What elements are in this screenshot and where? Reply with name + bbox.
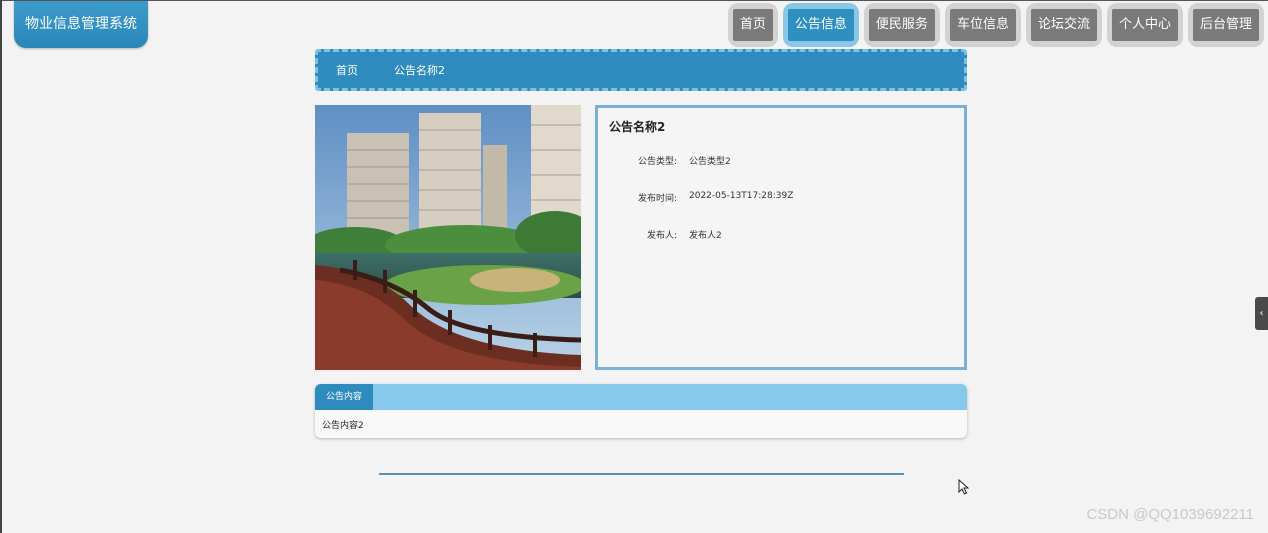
app-logo-title[interactable]: 物业信息管理系统 bbox=[14, 1, 148, 48]
nav-item-announcements[interactable]: 公告信息 bbox=[782, 3, 859, 47]
breadcrumb-current: 公告名称2 bbox=[394, 64, 445, 77]
announcement-image bbox=[315, 105, 581, 370]
nav-item-label: 首页 bbox=[732, 9, 773, 41]
publisher-label: 发布人: bbox=[646, 231, 677, 241]
nav-item-profile[interactable]: 个人中心 bbox=[1106, 3, 1183, 47]
announcement-content-box: 公告内容 公告内容2 bbox=[315, 384, 967, 438]
publisher-value: 发布人2 bbox=[689, 231, 722, 241]
time-label: 发布时间: bbox=[637, 194, 677, 204]
tab-content[interactable]: 公告内容 bbox=[315, 384, 374, 410]
announcement-info-panel: 公告名称2 公告类型: 公告类型2 发布时间: 2022-05-13T17:28… bbox=[595, 105, 967, 370]
nav-item-services[interactable]: 便民服务 bbox=[863, 3, 940, 47]
nav-item-admin[interactable]: 后台管理 bbox=[1187, 3, 1264, 47]
breadcrumb-home-link[interactable]: 首页 bbox=[336, 62, 358, 78]
nav-item-forum[interactable]: 论坛交流 bbox=[1025, 3, 1102, 47]
footer-divider bbox=[379, 473, 904, 475]
nav-item-label: 论坛交流 bbox=[1030, 9, 1097, 41]
time-value: 2022-05-13T17:28:39Z bbox=[689, 191, 794, 201]
type-label: 公告类型: bbox=[637, 157, 677, 167]
announcement-title: 公告名称2 bbox=[609, 120, 666, 134]
nav-item-home[interactable]: 首页 bbox=[727, 3, 778, 47]
top-nav: 首页 公告信息 便民服务 车位信息 论坛交流 个人中心 后台管理 bbox=[723, 3, 1264, 47]
nav-item-label: 个人中心 bbox=[1111, 9, 1178, 41]
content-text: 公告内容2 bbox=[322, 421, 364, 431]
breadcrumb: 首页 公告名称2 bbox=[315, 49, 967, 91]
nav-item-label: 后台管理 bbox=[1192, 9, 1259, 41]
chevron-left-icon[interactable]: ‹ bbox=[1255, 297, 1268, 330]
nav-item-label: 车位信息 bbox=[949, 9, 1016, 41]
info-row-time: 发布时间: 2022-05-13T17:28:39Z bbox=[609, 191, 953, 228]
watermark-text: CSDN @QQ1039692211 bbox=[1086, 506, 1254, 523]
nav-item-label: 公告信息 bbox=[787, 9, 854, 41]
mouse-pointer-icon bbox=[958, 479, 970, 495]
nav-item-parking[interactable]: 车位信息 bbox=[944, 3, 1021, 47]
nav-item-label: 便民服务 bbox=[868, 9, 935, 41]
info-row-publisher: 发布人: 发布人2 bbox=[609, 228, 953, 265]
info-row-type: 公告类型: 公告类型2 bbox=[609, 154, 953, 191]
type-value: 公告类型2 bbox=[689, 157, 731, 167]
content-header: 公告内容 bbox=[315, 384, 967, 410]
building-photo-illustration bbox=[315, 105, 581, 370]
